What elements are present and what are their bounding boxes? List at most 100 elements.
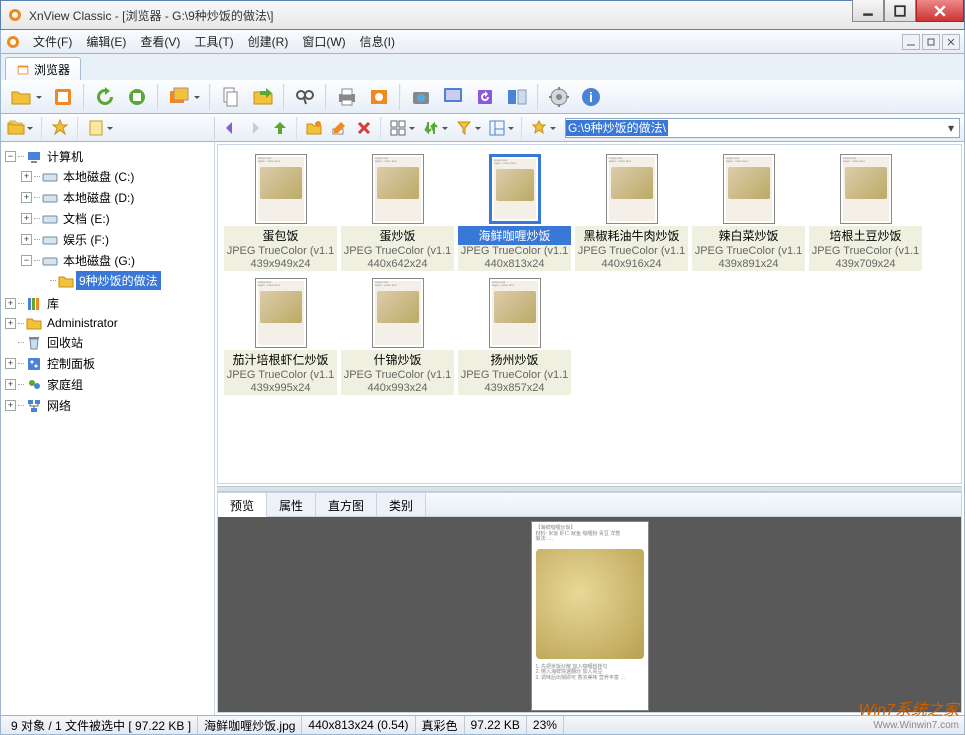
menu-file[interactable]: 文件(F) (27, 31, 78, 52)
thumb-dims: 439x709x24 (809, 258, 922, 271)
acquire-button[interactable] (407, 83, 435, 111)
tree-drive-d[interactable]: +本地磁盘 (D:) (21, 188, 214, 207)
preview-body[interactable]: 【海鲜咖喱炒饭】材料: 米饭 虾仁 鱿鱼 咖喱粉 青豆 洋葱做法: … 1. 先… (218, 517, 961, 712)
tree-docs-e[interactable]: +文档 (E:) (21, 209, 214, 228)
statusbar: 9 对象 / 1 文件被选中 [ 97.22 KB ] 海鲜咖喱炒饭.jpg 4… (0, 715, 965, 735)
tree-control[interactable]: +控制面板 (5, 354, 214, 373)
thumbnail-item[interactable]: recipe textsteps...more text 辣白菜炒饭 JPEG … (692, 151, 805, 271)
thumb-meta: JPEG TrueColor (v1.1 (575, 245, 688, 258)
tree-drive-c[interactable]: +本地磁盘 (C:) (21, 167, 214, 186)
nav-forward-button[interactable] (244, 117, 266, 139)
preview-tab-preview[interactable]: 预览 (218, 493, 267, 517)
compare-button[interactable] (503, 83, 531, 111)
menu-tools[interactable]: 工具(T) (188, 31, 239, 52)
copy-button[interactable] (217, 83, 245, 111)
close-button[interactable] (916, 0, 964, 22)
thumb-dims: 439x857x24 (458, 382, 571, 395)
thumb-meta: JPEG TrueColor (v1.1 (224, 245, 337, 258)
tree-computer[interactable]: −计算机 (5, 147, 214, 166)
thumbnail-pane[interactable]: recipe textsteps...more text 蛋包饭 JPEG Tr… (217, 144, 962, 484)
thumbnail-item[interactable]: recipe textsteps...more text 茄汁培根虾仁炒饭 JP… (224, 275, 337, 395)
disk-icon (42, 253, 58, 269)
mdi-close-button[interactable] (942, 34, 960, 50)
sort-button[interactable] (420, 117, 442, 139)
jpeg-rotate-button[interactable] (471, 83, 499, 111)
thumbnail-item[interactable]: recipe textsteps...more text 黑椒耗油牛肉炒饭 JP… (575, 151, 688, 271)
thumbnail-item[interactable]: recipe textsteps...more text 什锦炒饭 JPEG T… (341, 275, 454, 395)
refresh-button[interactable] (91, 83, 119, 111)
about-button[interactable]: i (577, 83, 605, 111)
convert-button[interactable] (365, 83, 393, 111)
thumbnail-item[interactable]: recipe textsteps...more text 培根土豆炒饭 JPEG… (809, 151, 922, 271)
thumbnail-item[interactable]: recipe textsteps...more text 蛋包饭 JPEG Tr… (224, 151, 337, 271)
capture-button[interactable] (439, 83, 467, 111)
tree-library[interactable]: +库 (5, 294, 214, 313)
nav-up-button[interactable] (269, 117, 291, 139)
status-zoom: 23% (527, 716, 564, 734)
tree-ent-f[interactable]: +娱乐 (F:) (21, 230, 214, 249)
status-size: 97.22 KB (465, 716, 527, 734)
search-button[interactable] (291, 83, 319, 111)
tree-admin[interactable]: +Administrator (5, 315, 214, 331)
open-button[interactable] (7, 83, 35, 111)
status-objects: 9 对象 / 1 文件被选中 [ 97.22 KB ] (5, 716, 198, 734)
status-truecolor: 真彩色 (416, 716, 465, 734)
tree-recycle[interactable]: 回收站 (5, 333, 214, 352)
disk-icon (42, 211, 58, 227)
menu-info[interactable]: 信息(I) (354, 31, 401, 52)
app-small-icon (5, 34, 21, 50)
thumb-dims: 440x993x24 (341, 382, 454, 395)
thumb-dims: 440x642x24 (341, 258, 454, 271)
mdi-restore-button[interactable] (922, 34, 940, 50)
thumbnail-item[interactable]: recipe textsteps...more text 蛋炒饭 JPEG Tr… (341, 151, 454, 271)
add-favorite-button[interactable] (49, 117, 71, 139)
thumb-dims: 440x916x24 (575, 258, 688, 271)
preview-tab-cat[interactable]: 类别 (377, 493, 426, 516)
filter-button[interactable] (453, 117, 475, 139)
tree-drive-g[interactable]: −本地磁盘 (G:) (21, 251, 214, 270)
stop-button[interactable] (123, 83, 151, 111)
preview-tab-hist[interactable]: 直方图 (316, 493, 377, 516)
library-icon (26, 296, 42, 312)
menu-edit[interactable]: 编辑(E) (80, 31, 132, 52)
thumbnail-item[interactable]: recipe textsteps...more text 海鲜咖喱炒饭 JPEG… (458, 151, 571, 271)
thumb-filename: 什锦炒饭 (341, 350, 454, 369)
move-button[interactable] (249, 83, 277, 111)
preview-tab-props[interactable]: 属性 (267, 493, 316, 516)
thumbnail-item[interactable]: recipe textsteps...more text 扬州炒饭 JPEG T… (458, 275, 571, 395)
thumb-filename: 蛋包饭 (224, 226, 337, 245)
thumb-filename: 蛋炒饭 (341, 226, 454, 245)
scripts-button[interactable] (85, 117, 107, 139)
address-dropdown-icon[interactable]: ▾ (943, 121, 959, 135)
minimize-button[interactable] (852, 0, 884, 22)
favorites-folder-button[interactable] (5, 117, 27, 139)
thumb-meta: JPEG TrueColor (v1.1 (692, 245, 805, 258)
options-button[interactable] (545, 83, 573, 111)
print-button[interactable] (333, 83, 361, 111)
slideshow-button[interactable] (165, 83, 193, 111)
view-mode-button[interactable] (387, 117, 409, 139)
tab-label: 浏览器 (34, 61, 70, 78)
recycle-bin-icon (26, 335, 42, 351)
fullscreen-button[interactable] (49, 83, 77, 111)
nav-back-button[interactable] (219, 117, 241, 139)
mdi-minimize-button[interactable] (902, 34, 920, 50)
folder-tree[interactable]: −计算机 +本地磁盘 (C:) +本地磁盘 (D:) +文档 (E:) +娱乐 … (1, 142, 215, 715)
rename-button[interactable] (328, 117, 350, 139)
layout-button[interactable] (486, 117, 508, 139)
disk-icon (42, 232, 58, 248)
menu-view[interactable]: 查看(V) (134, 31, 186, 52)
menu-create[interactable]: 创建(R) (242, 31, 295, 52)
tree-folder-selected[interactable]: 9种炒饭的做法 (37, 271, 214, 290)
user-folder-icon (26, 315, 42, 331)
maximize-button[interactable] (884, 0, 916, 22)
thumb-meta: JPEG TrueColor (v1.1 (458, 369, 571, 382)
tree-network[interactable]: +网络 (5, 396, 214, 415)
address-bar[interactable]: G:\9种炒饭的做法\ ▾ (565, 118, 960, 138)
new-folder-button[interactable] (303, 117, 325, 139)
delete-button[interactable] (353, 117, 375, 139)
menu-window[interactable]: 窗口(W) (296, 31, 351, 52)
tree-homegroup[interactable]: +家庭组 (5, 375, 214, 394)
tab-browser[interactable]: 浏览器 (5, 57, 81, 80)
favorite-star-button[interactable] (528, 117, 550, 139)
